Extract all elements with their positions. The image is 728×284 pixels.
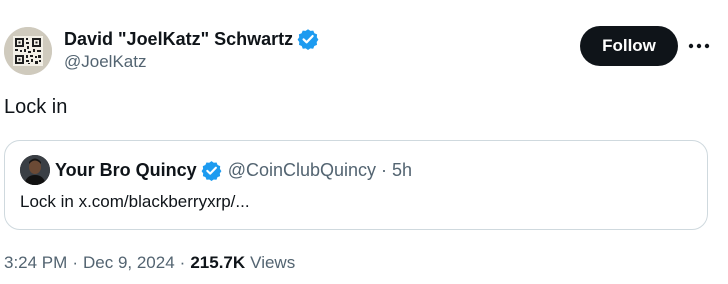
quoted-tweet-text: Lock in x.com/blackberryxrp/... bbox=[20, 192, 250, 211]
quoted-author-handle[interactable]: @CoinClubQuincy bbox=[228, 160, 376, 181]
verified-badge-icon bbox=[201, 160, 222, 181]
quoted-tweet-card[interactable]: Your Bro Quincy @CoinClubQuincy · 5h Loc… bbox=[4, 140, 708, 230]
separator-dot: · bbox=[179, 253, 186, 272]
quoted-tweet-time[interactable]: 5h bbox=[392, 160, 412, 181]
person-avatar-icon bbox=[20, 155, 50, 185]
views-count: 215.7K bbox=[190, 253, 246, 272]
tweet-date[interactable]: Dec 9, 2024 bbox=[83, 253, 175, 273]
quoted-tweet-header: Your Bro Quincy @CoinClubQuincy · 5h bbox=[55, 158, 412, 182]
quoted-author-avatar[interactable] bbox=[20, 155, 50, 185]
tweet-text: Lock in bbox=[4, 96, 68, 118]
separator-dot: · bbox=[381, 159, 388, 180]
quoted-author-name[interactable]: Your Bro Quincy bbox=[55, 160, 197, 181]
author-avatar[interactable] bbox=[4, 27, 52, 75]
follow-button[interactable]: Follow bbox=[580, 26, 678, 66]
more-dots-icon bbox=[688, 43, 710, 49]
more-options-button[interactable] bbox=[686, 33, 712, 59]
separator-dot: · bbox=[72, 253, 78, 272]
tweet-time[interactable]: 3:24 PM bbox=[4, 253, 67, 273]
qr-code-avatar-icon bbox=[4, 27, 52, 75]
author-name[interactable]: David "JoelKatz" Schwartz bbox=[64, 29, 293, 50]
tweet-meta: 3:24 PM · Dec 9, 2024 · 215.7K Views bbox=[4, 253, 295, 273]
author-handle[interactable]: @JoelKatz bbox=[64, 52, 146, 72]
author-name-row[interactable]: David "JoelKatz" Schwartz bbox=[64, 27, 319, 51]
views-label: Views bbox=[250, 253, 296, 272]
verified-badge-icon[interactable] bbox=[297, 28, 319, 50]
